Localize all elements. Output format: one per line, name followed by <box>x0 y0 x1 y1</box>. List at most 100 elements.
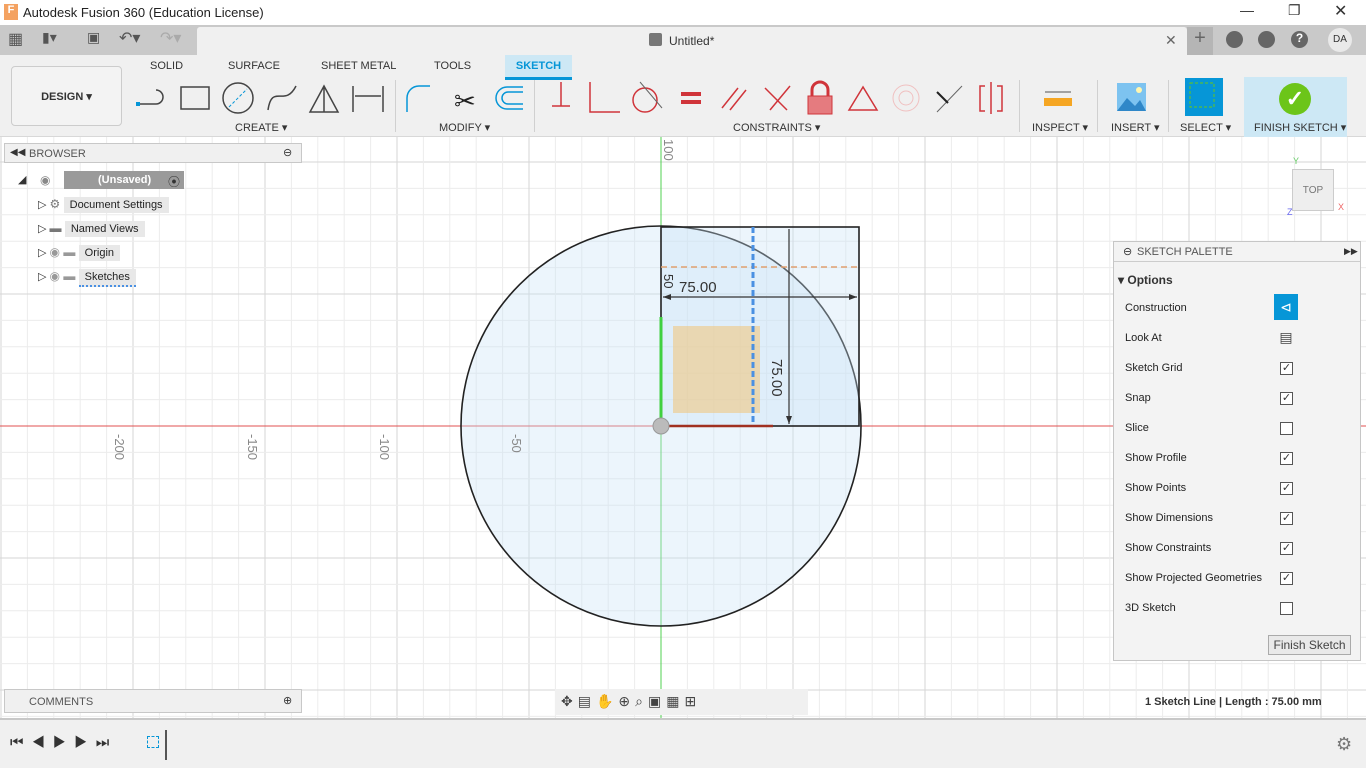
play-icon[interactable]: ▶ <box>53 734 74 751</box>
select-menu[interactable]: SELECT ▾ <box>1180 121 1231 134</box>
triangle-tool-icon[interactable] <box>308 84 340 113</box>
vertical-dimension[interactable]: 75.00 <box>768 359 785 397</box>
perpendicular-constraint-icon[interactable] <box>589 82 620 113</box>
tangent-constraint-icon[interactable] <box>632 81 663 113</box>
construction-icon[interactable]: ⊲ <box>1274 294 1298 320</box>
pan-icon[interactable]: ✋ <box>596 693 618 709</box>
measure-icon[interactable] <box>1044 91 1072 106</box>
browser-item-sketches[interactable]: ▷ ◉ ▬ Sketches <box>38 269 136 287</box>
tab-tools[interactable]: TOOLS <box>434 60 471 72</box>
origin-point[interactable] <box>652 417 670 435</box>
tab-solid[interactable]: SOLID <box>150 60 183 72</box>
palette-checkbox[interactable]: ✓ <box>1280 362 1293 375</box>
timeline-marker[interactable] <box>165 730 167 760</box>
display-settings-icon[interactable]: ▣ <box>648 693 666 709</box>
circle-tool-icon[interactable] <box>222 82 254 114</box>
zoom-icon[interactable]: ⊕ <box>618 693 635 709</box>
palette-checkbox[interactable] <box>1280 602 1293 615</box>
rectangle-tool-icon[interactable] <box>180 86 210 110</box>
last-step-icon[interactable]: ⏭ <box>96 734 118 751</box>
collapse-icon[interactable]: ◀◀ <box>10 147 25 158</box>
expand-icon[interactable]: ◢ <box>18 173 26 186</box>
inspect-menu[interactable]: INSPECT ▾ <box>1032 121 1088 134</box>
palette-checkbox[interactable]: ✓ <box>1280 542 1293 555</box>
minimize-palette-icon[interactable]: ⊖ <box>1123 245 1132 258</box>
save-icon[interactable]: ▣ <box>87 29 100 46</box>
modify-menu[interactable]: MODIFY ▾ <box>439 121 490 134</box>
offset-tool-icon[interactable] <box>495 86 523 110</box>
job-status-icon[interactable] <box>1258 31 1275 48</box>
insert-image-icon[interactable] <box>1117 83 1146 111</box>
concentric-constraint-icon[interactable] <box>892 84 920 112</box>
next-step-icon[interactable]: ▶ <box>74 734 95 751</box>
equal-constraint-icon[interactable] <box>681 92 701 104</box>
browser-item-named-views[interactable]: ▷ ▬ Named Views <box>38 221 145 237</box>
palette-row-label: Construction <box>1125 302 1187 314</box>
tab-surface[interactable]: SURFACE <box>228 60 280 72</box>
constraints-menu[interactable]: CONSTRAINTS ▾ <box>733 121 820 134</box>
minimize-panel-icon[interactable]: ⊖ <box>283 146 292 159</box>
palette-checkbox[interactable]: ✓ <box>1280 572 1293 585</box>
minimize-button[interactable]: — <box>1240 2 1254 18</box>
horizontal-dimension[interactable]: 75.00 <box>679 279 717 296</box>
offset-dimension[interactable]: 50 <box>661 274 676 288</box>
line-tool-icon[interactable] <box>136 89 164 106</box>
look-at-icon[interactable]: ▤ <box>578 693 596 709</box>
file-menu-icon[interactable]: ▮▾ <box>42 29 57 46</box>
active-radio-icon[interactable]: ⦿ <box>168 173 180 190</box>
insert-menu[interactable]: INSERT ▾ <box>1111 121 1160 134</box>
eye-icon[interactable]: ◉ <box>40 173 50 187</box>
user-avatar[interactable]: DA <box>1328 28 1352 52</box>
new-tab-button[interactable]: + <box>1187 27 1213 55</box>
browser-item-document-settings[interactable]: ▷ ⚙ Document Settings <box>38 197 169 213</box>
fix-constraint-icon[interactable] <box>552 82 570 107</box>
tab-sheet-metal[interactable]: SHEET METAL <box>321 60 396 72</box>
app-grid-icon[interactable]: ▦ <box>8 29 23 49</box>
orbit-icon[interactable]: ✥ <box>561 693 578 709</box>
browser-root[interactable]: ◢ ◉ (Unsaved) ⦿ <box>18 171 188 191</box>
palette-checkbox[interactable]: ✓ <box>1280 512 1293 525</box>
timeline-settings-icon[interactable]: ⚙ <box>1336 734 1352 755</box>
help-icon[interactable]: ? <box>1291 31 1308 48</box>
document-tab[interactable]: Untitled* ✕ <box>197 27 1187 55</box>
tab-sketch[interactable]: SKETCH <box>505 55 572 80</box>
fillet-tool-icon[interactable] <box>406 85 430 112</box>
palette-checkbox[interactable]: ✓ <box>1280 392 1293 405</box>
close-tab-icon[interactable]: ✕ <box>1165 32 1177 49</box>
perpendicular-lines-icon[interactable] <box>764 85 791 111</box>
select-icon[interactable] <box>1185 78 1223 116</box>
coincident-constraint-icon[interactable] <box>936 85 963 113</box>
fit-icon[interactable]: ⌕ <box>635 693 648 709</box>
expand-palette-icon[interactable]: ▶▶ <box>1344 246 1358 257</box>
viewports-icon[interactable]: ⊞ <box>684 693 701 709</box>
dimension-tool-icon[interactable] <box>352 86 384 112</box>
add-comment-icon[interactable]: ⊕ <box>283 694 292 707</box>
sketch-timeline-item[interactable] <box>147 736 159 748</box>
close-window-button[interactable]: ✕ <box>1334 1 1347 21</box>
symmetry-constraint-icon[interactable] <box>979 82 1003 114</box>
previous-step-icon[interactable]: ◀ <box>32 734 53 751</box>
grid-settings-icon[interactable]: ▦ <box>666 693 684 709</box>
first-step-icon[interactable]: ⏮ <box>10 734 32 751</box>
redo-icon[interactable]: ↷▾ <box>160 28 181 48</box>
palette-finish-sketch-button[interactable]: Finish Sketch <box>1268 635 1351 655</box>
undo-icon[interactable]: ↶▾ <box>119 28 140 48</box>
palette-checkbox[interactable] <box>1280 422 1293 435</box>
lock-constraint-icon[interactable] <box>807 80 833 115</box>
look-at-icon[interactable]: ▤ <box>1274 324 1298 350</box>
extensions-icon[interactable] <box>1226 31 1243 48</box>
maximize-button[interactable]: ❐ <box>1288 2 1301 19</box>
midpoint-constraint-icon[interactable] <box>847 85 879 111</box>
browser-item-origin[interactable]: ▷ ◉ ▬ Origin <box>38 245 121 261</box>
checkmark-icon[interactable]: ✓ <box>1279 83 1311 115</box>
trim-tool-icon[interactable]: ✂ <box>454 86 476 116</box>
palette-checkbox[interactable]: ✓ <box>1280 482 1293 495</box>
palette-checkbox[interactable]: ✓ <box>1280 452 1293 465</box>
view-cube[interactable]: TOP <box>1292 169 1334 211</box>
parallel-constraint-icon[interactable] <box>721 87 747 111</box>
spline-tool-icon[interactable] <box>267 85 297 111</box>
finish-sketch-menu[interactable]: FINISH SKETCH ▾ <box>1254 121 1346 134</box>
navigation-bar: ✥▤✋⊕⌕▣▦⊞ <box>555 689 808 715</box>
create-menu[interactable]: CREATE ▾ <box>235 121 287 134</box>
options-section[interactable]: ▾ Options <box>1118 273 1173 287</box>
